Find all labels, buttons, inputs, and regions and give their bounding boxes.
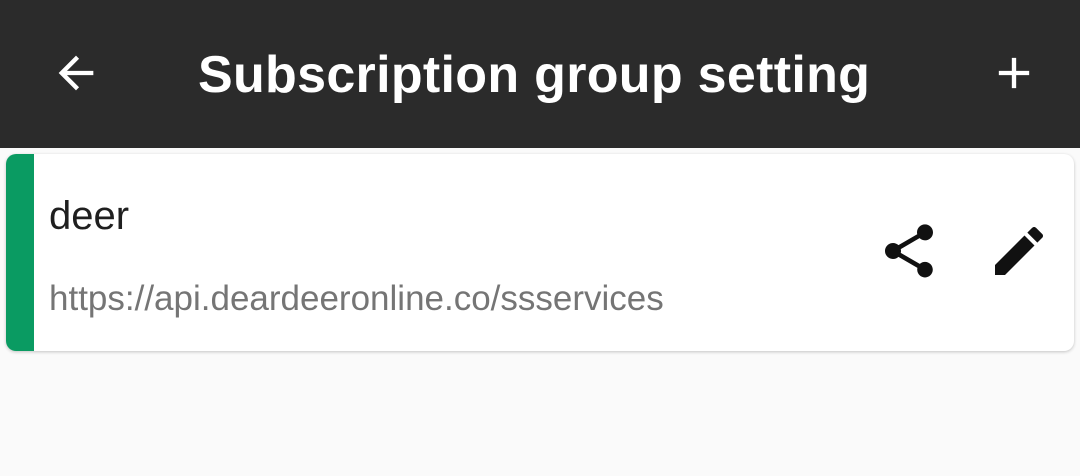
pencil-icon: [995, 226, 1044, 275]
plus-icon: [998, 57, 1030, 89]
add-group-button[interactable]: [978, 37, 1050, 109]
subscription-group-card[interactable]: deer https://api.deardeeronline.co/ssser…: [6, 154, 1074, 351]
edit-button[interactable]: [984, 216, 1054, 286]
share-icon: [885, 224, 933, 278]
share-button[interactable]: [874, 216, 944, 286]
app-toolbar: Subscription group setting: [0, 0, 1080, 148]
group-url: https://api.deardeeronline.co/ssservices: [49, 279, 664, 318]
arrow-back-icon: [58, 55, 94, 91]
back-button[interactable]: [40, 37, 112, 109]
page-title: Subscription group setting: [198, 46, 871, 104]
group-name: deer: [49, 194, 130, 238]
group-color-indicator: [6, 154, 34, 351]
